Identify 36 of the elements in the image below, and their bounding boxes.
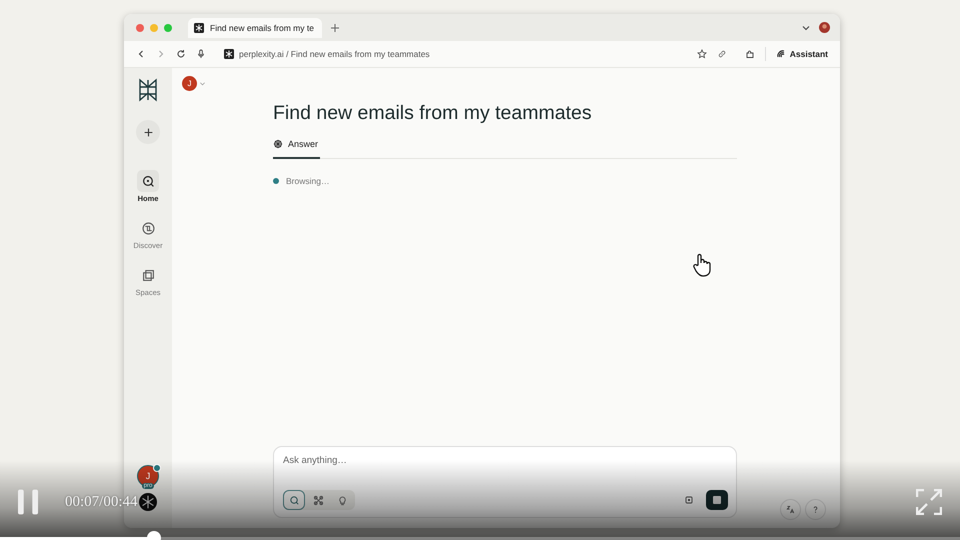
assistant-icon — [776, 49, 786, 59]
stacked-squares-icon — [142, 268, 154, 282]
stop-button[interactable] — [706, 490, 728, 510]
star-icon[interactable] — [696, 49, 707, 59]
address-bar[interactable]: perplexity.ai / Find new emails from my teammates — [224, 49, 430, 59]
hand-cursor-icon — [692, 253, 712, 277]
ask-field[interactable]: Ask anything… — [283, 455, 728, 466]
new-thread-button[interactable] — [136, 120, 160, 144]
new-tab-icon[interactable] — [330, 22, 340, 32]
assistant-button[interactable]: Assistant — [776, 49, 828, 59]
microphone-icon[interactable] — [196, 49, 206, 59]
nodes-icon — [312, 494, 324, 506]
lightbulb-icon — [336, 494, 348, 506]
search-icon — [142, 174, 154, 188]
link-icon[interactable] — [716, 49, 727, 59]
status-dot — [273, 178, 279, 184]
search-mode-button[interactable] — [283, 490, 305, 510]
chip-icon[interactable] — [684, 495, 694, 505]
browser-tab[interactable]: Find new emails from my te — [188, 18, 322, 38]
plus-icon — [142, 126, 154, 138]
answer-tab[interactable]: Answer — [273, 139, 320, 159]
close-light[interactable] — [136, 24, 144, 32]
favicon-icon — [194, 22, 204, 32]
video-time: 00:07/00:44 — [65, 494, 138, 510]
stop-icon — [713, 496, 721, 504]
status-text: Browsing… — [286, 176, 330, 186]
pause-icon[interactable] — [18, 489, 39, 515]
favicon-icon — [224, 49, 234, 59]
search-icon — [288, 494, 300, 506]
translate-icon[interactable] — [780, 499, 801, 520]
thread-title: Find new emails from my teammates — [273, 102, 593, 125]
profile-icon[interactable] — [819, 22, 830, 33]
caret-icon — [199, 80, 206, 87]
fullscreen-icon[interactable] — [916, 489, 942, 515]
reload-icon[interactable] — [176, 49, 186, 59]
back-icon[interactable] — [136, 49, 146, 59]
